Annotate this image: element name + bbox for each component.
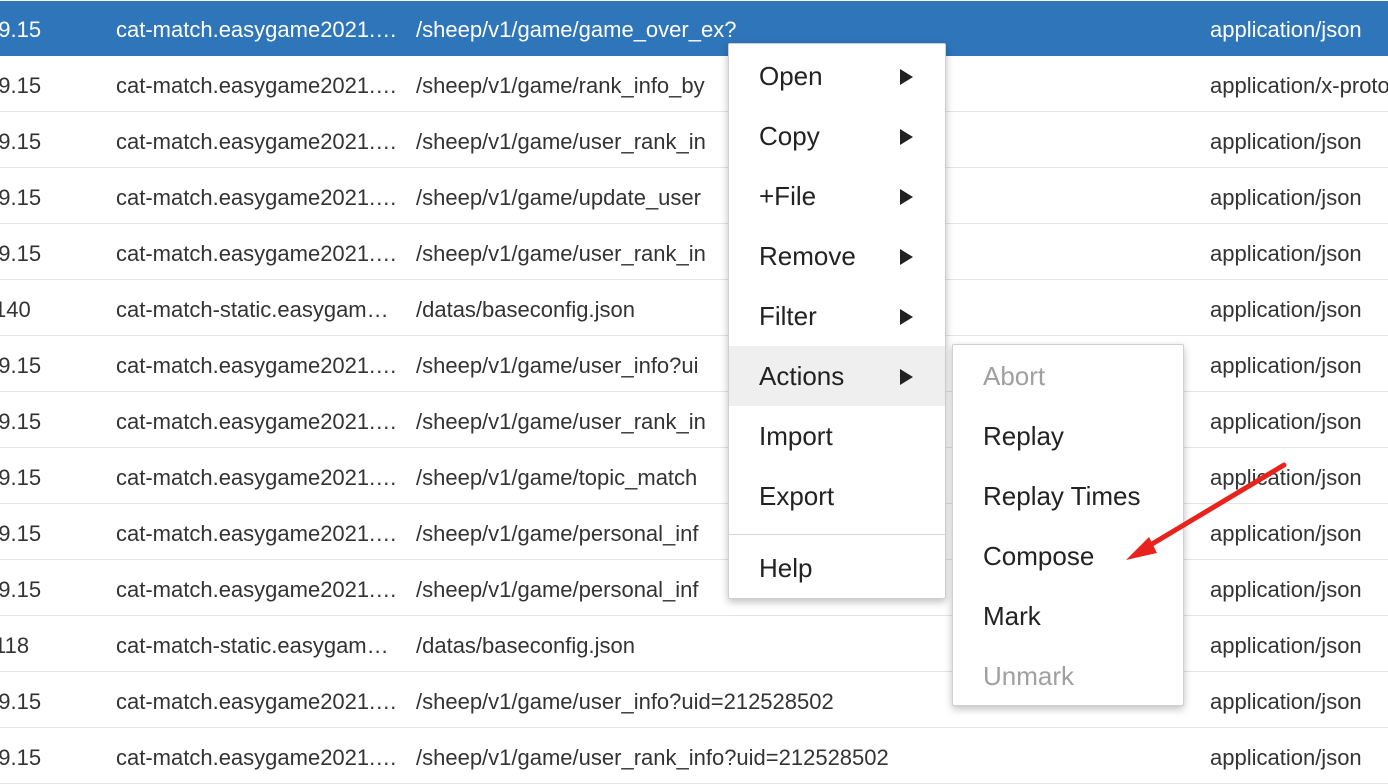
menu-item-remove[interactable]: Remove [729,226,945,286]
menu-item-label: Filter [759,301,817,331]
submenu-item-abort[interactable]: Abort [953,346,1183,406]
session-row[interactable]: 140 cat-match-static.easygame2021.com /d… [0,281,1388,336]
session-row[interactable]: 59.15 cat-match.easygame2021.com /sheep/… [0,113,1388,168]
menu-item-label: Copy [759,121,820,151]
submenu-arrow-icon [900,309,913,325]
menu-item-label: Replay [983,421,1064,451]
content-type-cell: application/json [1210,577,1362,602]
host-cell: cat-match.easygame2021.com [116,521,398,546]
content-type-cell: application/json [1210,353,1362,378]
menu-item-label: Abort [983,361,1046,391]
host-cell: cat-match.easygame2021.com [116,129,398,154]
content-type-cell: application/json [1210,17,1362,42]
host-cell: cat-match.easygame2021.com [116,409,398,434]
session-row[interactable]: 59.15 cat-match.easygame2021.com /sheep/… [0,1,1388,56]
client-ip-cell: 59.15 [0,185,42,210]
menu-item-label: Actions [759,361,845,391]
host-cell: cat-match.easygame2021.com [116,689,398,714]
host-cell: cat-match.easygame2021.com [116,241,398,266]
menu-item-label: Compose [983,541,1095,571]
content-type-cell: application/json [1210,521,1362,546]
host-cell: cat-match-static.easygame2021.com [116,633,398,658]
client-ip-cell: 59.15 [0,465,42,490]
submenu-item-unmark[interactable]: Unmark [953,646,1183,706]
menu-item-file[interactable]: +File [729,166,945,226]
submenu-arrow-icon [900,129,913,145]
content-type-cell: application/json [1210,633,1362,658]
submenu-item-mark[interactable]: Mark [953,586,1183,646]
host-cell: cat-match.easygame2021.com [116,185,398,210]
client-ip-cell: 59.15 [0,577,42,602]
menu-item-label: Open [759,61,823,91]
client-ip-cell: 140 [0,297,31,322]
client-ip-cell: 59.15 [0,129,42,154]
menu-item-label: Remove [759,241,856,271]
session-row[interactable]: 59.15 cat-match.easygame2021.com /sheep/… [0,729,1388,784]
session-row[interactable]: 59.15 cat-match.easygame2021.com /sheep/… [0,225,1388,280]
content-type-cell: application/json [1210,745,1362,770]
client-ip-cell: 59.15 [0,73,42,98]
host-cell: cat-match.easygame2021.com [116,353,398,378]
client-ip-cell: 59.15 [0,689,42,714]
submenu-item-compose[interactable]: Compose [953,526,1183,586]
menu-item-label: Replay Times [983,481,1141,511]
menu-item-copy[interactable]: Copy [729,106,945,166]
menu-item-filter[interactable]: Filter [729,286,945,346]
submenu-arrow-icon [900,369,913,385]
session-row[interactable]: 59.15 cat-match.easygame2021.com /sheep/… [0,169,1388,224]
client-ip-cell: 59.15 [0,521,42,546]
content-type-cell: application/json [1210,241,1362,266]
client-ip-cell: 59.15 [0,353,42,378]
content-type-cell: application/json [1210,185,1362,210]
menu-separator [729,534,945,535]
host-cell: cat-match.easygame2021.com [116,577,398,602]
content-type-cell: application/json [1210,129,1362,154]
content-type-cell: application/json [1210,689,1362,714]
menu-item-import[interactable]: Import [729,406,945,466]
content-type-cell: application/x-protobuf [1210,73,1388,98]
menu-item-open[interactable]: Open [729,46,945,106]
session-row[interactable]: 59.15 cat-match.easygame2021.com /sheep/… [0,57,1388,112]
submenu-item-replay-times[interactable]: Replay Times [953,466,1183,526]
actions-submenu: Abort Replay Replay Times Compose Mark U… [952,344,1184,706]
client-ip-cell: 59.15 [0,409,42,434]
host-cell: cat-match.easygame2021.com [116,745,398,770]
menu-item-actions[interactable]: Actions [729,346,945,406]
submenu-arrow-icon [900,249,913,265]
client-ip-cell: 118 [0,633,30,658]
host-cell: cat-match-static.easygame2021.com [116,297,398,322]
submenu-arrow-icon [900,189,913,205]
menu-item-label: +File [759,181,817,211]
menu-item-label: Import [759,421,833,451]
client-ip-cell: 59.15 [0,17,42,42]
menu-item-label: Help [759,553,813,583]
host-cell: cat-match.easygame2021.com [116,17,398,42]
menu-item-export[interactable]: Export [729,466,945,526]
content-type-cell: application/json [1210,297,1362,322]
content-type-cell: application/json [1210,409,1362,434]
menu-item-help[interactable]: Help [729,538,945,598]
context-menu: Open Copy +File Remove Filter Actions Im… [728,43,946,599]
host-cell: cat-match.easygame2021.com [116,73,398,98]
menu-item-label: Mark [983,601,1041,631]
submenu-arrow-icon [900,69,913,85]
menu-item-label: Unmark [983,661,1075,691]
content-type-cell: application/json [1210,465,1362,490]
url-cell: /sheep/v1/game/user_rank_info?uid=212528… [416,745,889,770]
submenu-item-replay[interactable]: Replay [953,406,1183,466]
client-ip-cell: 59.15 [0,745,42,770]
menu-item-label: Export [759,481,835,511]
host-cell: cat-match.easygame2021.com [116,465,398,490]
client-ip-cell: 59.15 [0,241,42,266]
